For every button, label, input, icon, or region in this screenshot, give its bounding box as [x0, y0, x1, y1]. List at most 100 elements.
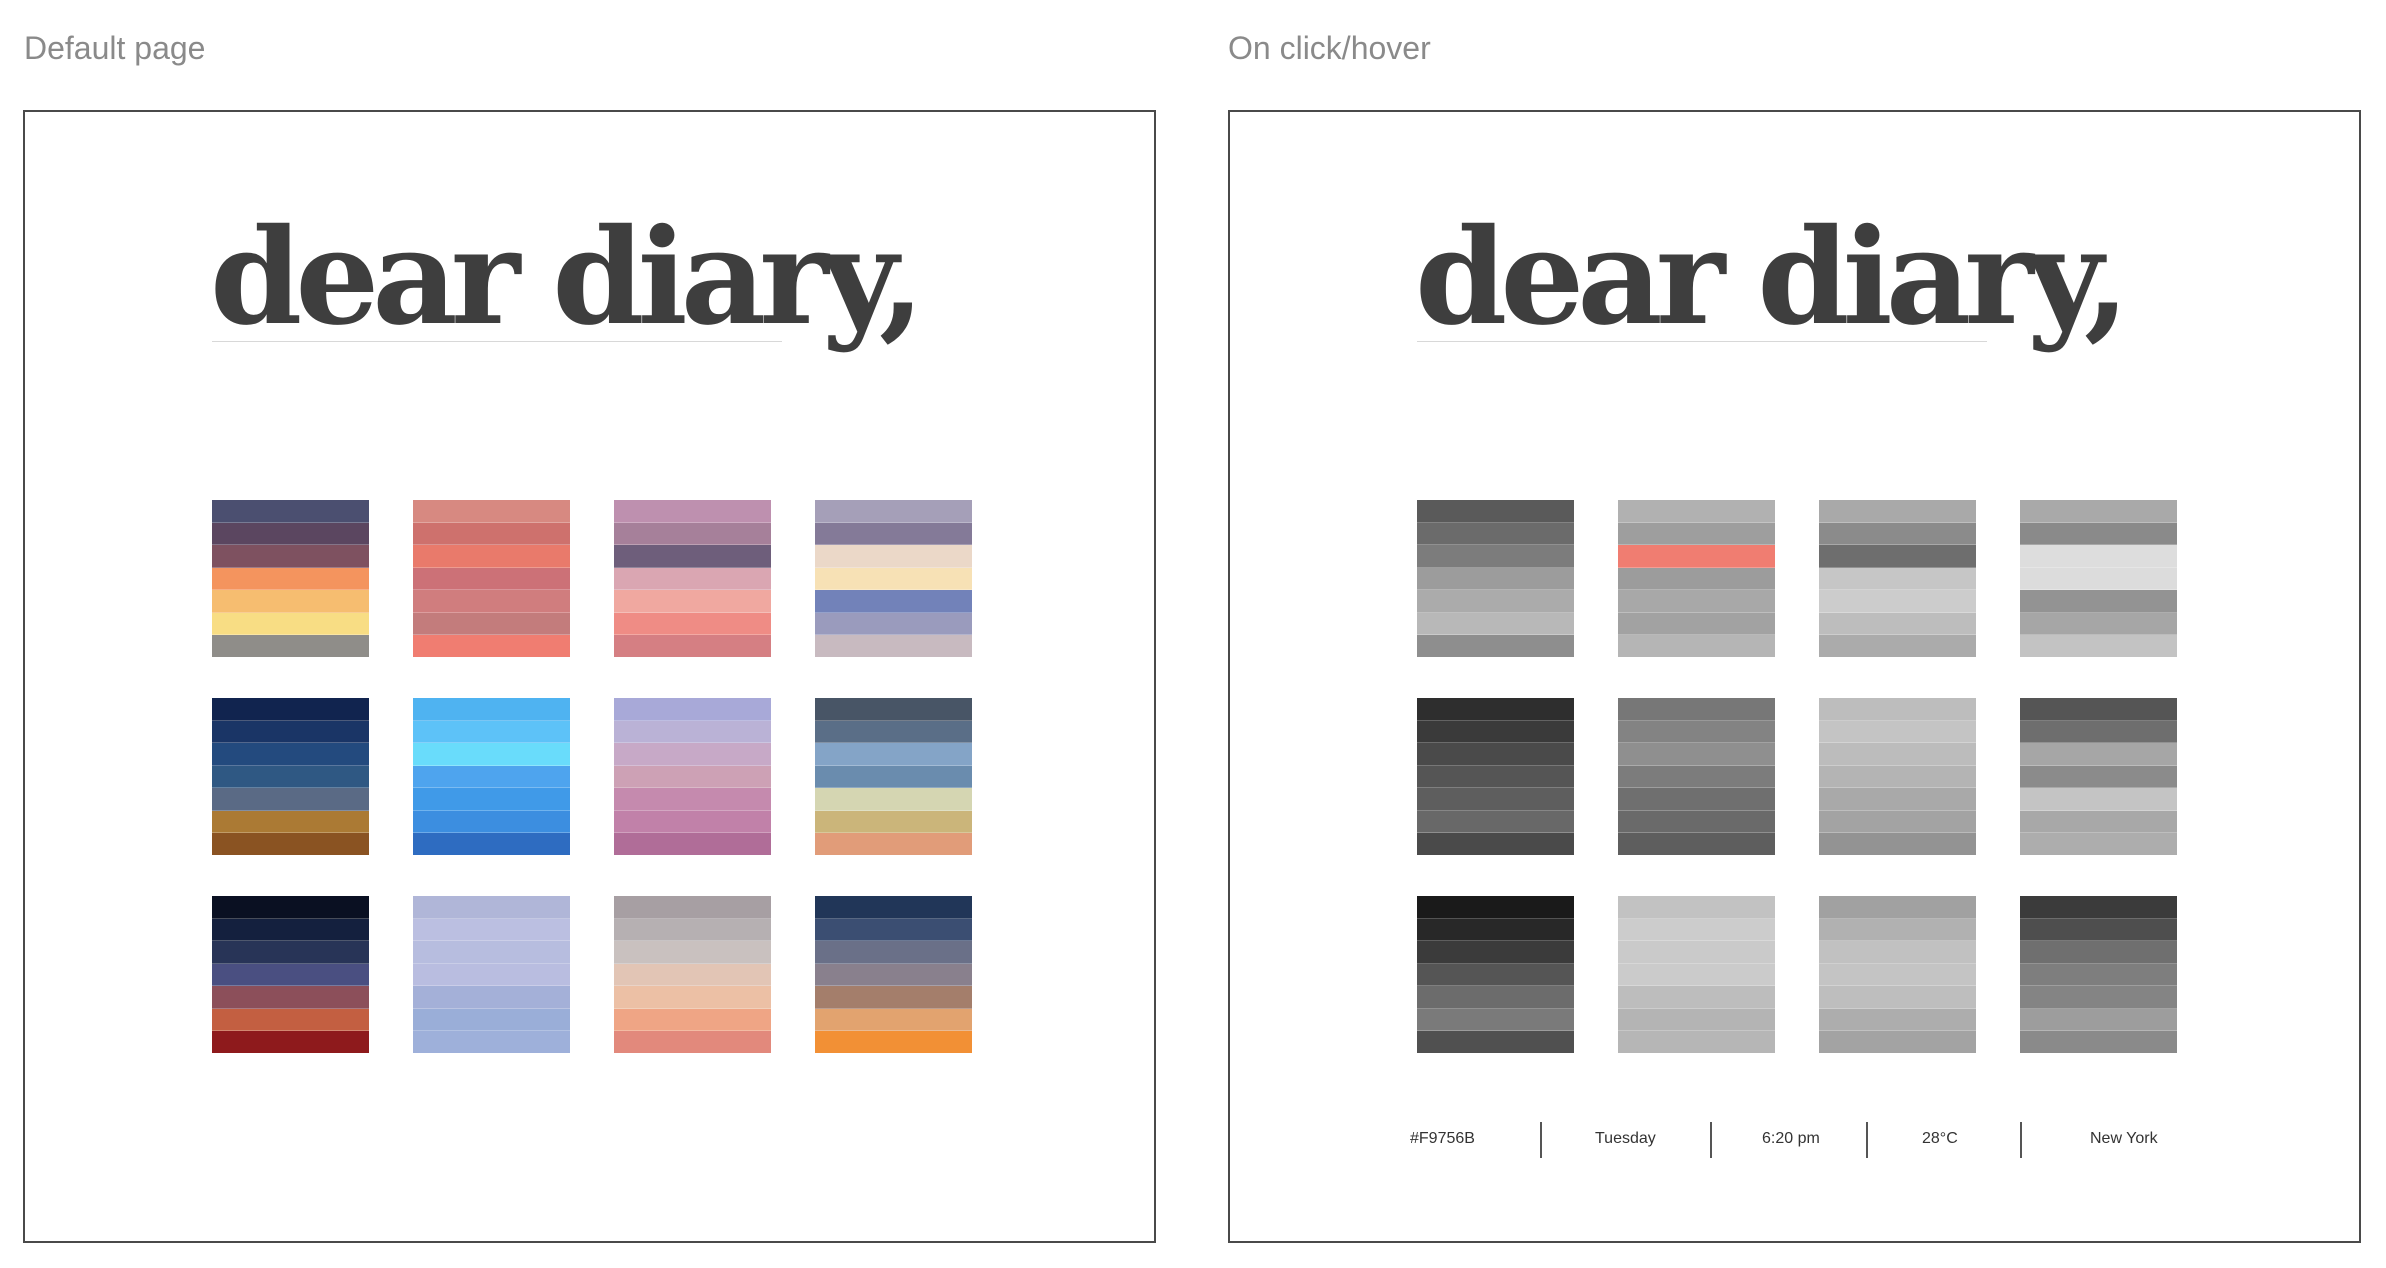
palette-stripe[interactable]	[614, 918, 771, 942]
palette-stripe[interactable]	[1819, 986, 1976, 1009]
palette-stripe[interactable]	[212, 698, 369, 721]
palette-stripe[interactable]	[1618, 788, 1775, 811]
palette-stripe[interactable]	[2020, 567, 2177, 591]
palette-stripe[interactable]	[815, 698, 972, 721]
palette-stripe[interactable]	[1819, 918, 1976, 942]
palette-stripe[interactable]	[1618, 941, 1775, 964]
palette-stripe[interactable]	[1417, 941, 1574, 964]
palette-stripe[interactable]	[212, 567, 369, 591]
palette-stripe[interactable]	[1417, 612, 1574, 636]
palette-swatch[interactable]	[1819, 698, 1976, 856]
palette-stripe[interactable]	[1417, 567, 1574, 591]
palette-stripe[interactable]	[1819, 698, 1976, 721]
palette-stripe[interactable]	[413, 986, 570, 1009]
palette-stripe[interactable]	[614, 522, 771, 546]
palette-stripe[interactable]	[1819, 500, 1976, 523]
palette-stripe[interactable]	[1618, 635, 1775, 658]
palette-stripe[interactable]	[815, 743, 972, 766]
palette-stripe[interactable]	[2020, 612, 2177, 636]
palette-stripe[interactable]	[815, 545, 972, 568]
palette-stripe[interactable]	[413, 788, 570, 811]
palette-stripe[interactable]	[212, 941, 369, 964]
palette-stripe[interactable]	[1618, 522, 1775, 546]
palette-stripe[interactable]	[614, 698, 771, 721]
palette-stripe[interactable]	[1417, 1031, 1574, 1054]
palette-stripe[interactable]	[815, 612, 972, 636]
palette-stripe[interactable]	[614, 963, 771, 987]
palette-stripe[interactable]	[1618, 698, 1775, 721]
palette-stripe[interactable]	[1417, 833, 1574, 856]
palette-stripe[interactable]	[1819, 1031, 1976, 1054]
palette-stripe[interactable]	[2020, 918, 2177, 942]
palette-stripe[interactable]	[2020, 1008, 2177, 1032]
palette-stripe[interactable]	[2020, 500, 2177, 523]
palette-stripe[interactable]	[614, 788, 771, 811]
palette-stripe[interactable]	[614, 810, 771, 834]
palette-stripe[interactable]	[212, 963, 369, 987]
palette-stripe[interactable]	[614, 567, 771, 591]
palette-stripe[interactable]	[1618, 545, 1775, 568]
palette-stripe[interactable]	[1819, 941, 1976, 964]
palette-stripe[interactable]	[614, 635, 771, 658]
palette-stripe[interactable]	[212, 500, 369, 523]
palette-stripe[interactable]	[614, 941, 771, 964]
palette-stripe[interactable]	[815, 1031, 972, 1054]
palette-stripe[interactable]	[815, 522, 972, 546]
palette-stripe[interactable]	[1618, 1008, 1775, 1032]
palette-stripe[interactable]	[815, 896, 972, 919]
palette-stripe[interactable]	[1618, 918, 1775, 942]
palette-stripe[interactable]	[1417, 590, 1574, 613]
palette-stripe[interactable]	[614, 500, 771, 523]
palette-swatch[interactable]	[2020, 896, 2177, 1054]
palette-stripe[interactable]	[2020, 788, 2177, 811]
palette-swatch[interactable]	[1819, 896, 1976, 1054]
palette-stripe[interactable]	[1618, 986, 1775, 1009]
palette-stripe[interactable]	[1618, 1031, 1775, 1054]
palette-swatch[interactable]	[815, 698, 972, 856]
palette-stripe[interactable]	[212, 810, 369, 834]
palette-stripe[interactable]	[2020, 941, 2177, 964]
palette-stripe[interactable]	[1819, 522, 1976, 546]
palette-swatch[interactable]	[212, 896, 369, 1054]
palette-stripe[interactable]	[212, 986, 369, 1009]
palette-stripe[interactable]	[2020, 743, 2177, 766]
palette-stripe[interactable]	[614, 833, 771, 856]
palette-stripe[interactable]	[1618, 720, 1775, 744]
palette-stripe[interactable]	[2020, 1031, 2177, 1054]
palette-stripe[interactable]	[212, 765, 369, 789]
palette-stripe[interactable]	[2020, 522, 2177, 546]
palette-stripe[interactable]	[413, 567, 570, 591]
palette-stripe[interactable]	[815, 720, 972, 744]
palette-swatch[interactable]	[212, 698, 369, 856]
palette-stripe[interactable]	[1417, 986, 1574, 1009]
palette-stripe[interactable]	[1417, 963, 1574, 987]
palette-stripe[interactable]	[2020, 963, 2177, 987]
palette-stripe[interactable]	[815, 635, 972, 658]
palette-stripe[interactable]	[1417, 545, 1574, 568]
palette-stripe[interactable]	[413, 1008, 570, 1032]
palette-swatch[interactable]	[1618, 698, 1775, 856]
palette-stripe[interactable]	[1819, 963, 1976, 987]
palette-stripe[interactable]	[212, 918, 369, 942]
palette-swatch[interactable]	[1417, 698, 1574, 856]
palette-stripe[interactable]	[413, 1031, 570, 1054]
palette-stripe[interactable]	[1819, 612, 1976, 636]
palette-stripe[interactable]	[614, 720, 771, 744]
palette-stripe[interactable]	[1819, 810, 1976, 834]
palette-swatch[interactable]	[1819, 500, 1976, 658]
palette-stripe[interactable]	[614, 896, 771, 919]
palette-stripe[interactable]	[1618, 590, 1775, 613]
palette-stripe[interactable]	[1819, 720, 1976, 744]
palette-stripe[interactable]	[413, 720, 570, 744]
palette-stripe[interactable]	[212, 1031, 369, 1054]
palette-stripe[interactable]	[2020, 810, 2177, 834]
palette-stripe[interactable]	[1618, 743, 1775, 766]
palette-stripe[interactable]	[2020, 698, 2177, 721]
palette-stripe[interactable]	[2020, 896, 2177, 919]
palette-swatch[interactable]	[614, 500, 771, 658]
palette-stripe[interactable]	[413, 635, 570, 658]
palette-stripe[interactable]	[212, 743, 369, 766]
palette-stripe[interactable]	[2020, 635, 2177, 658]
palette-stripe[interactable]	[1819, 765, 1976, 789]
palette-stripe[interactable]	[815, 590, 972, 613]
